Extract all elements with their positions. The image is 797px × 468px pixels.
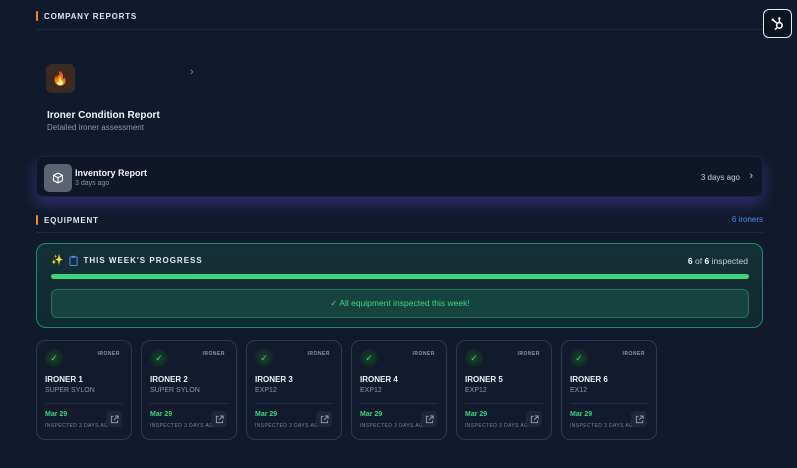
inspection-status: INSPECTED 3 DAYS AGO [360, 423, 428, 429]
inspection-date: Mar 29 [570, 411, 593, 418]
external-link-icon[interactable] [316, 411, 332, 427]
hubspot-button[interactable] [763, 9, 792, 38]
ironer-card[interactable]: ✓ IRONER IRONER 5 EXP12 Mar 29 INSPECTED… [456, 340, 552, 440]
external-link-icon[interactable] [421, 411, 437, 427]
ironer-model: EXP12 [360, 387, 382, 394]
card-divider [570, 403, 648, 404]
header-divider [36, 29, 763, 30]
ironer-model: EXP12 [465, 387, 487, 394]
ironer-name: IRONER 4 [360, 375, 398, 384]
ironer-card[interactable]: ✓ IRONER IRONER 1 SUPER SYLON Mar 29 INS… [36, 340, 132, 440]
card-divider [150, 403, 228, 404]
equipment-type-label: IRONER [202, 351, 225, 357]
progress-title: THIS WEEK'S PROGRESS [83, 256, 203, 265]
inspection-date: Mar 29 [45, 411, 68, 418]
company-reports-title: COMPANY REPORTS [44, 11, 138, 21]
all-inspected-message: ✓ All equipment inspected this week! [51, 289, 749, 318]
report-subtitle: Detailed ironer assessment [47, 123, 144, 132]
total-count: 6 [704, 256, 710, 266]
ironer-condition-report-card[interactable]: 🔥 › Ironer Condition Report Detailed iro… [46, 64, 206, 134]
progress-bar-fill [51, 274, 749, 279]
external-link-icon[interactable] [631, 411, 647, 427]
external-link-icon[interactable] [106, 411, 122, 427]
check-icon: ✓ [45, 349, 63, 367]
card-divider [465, 403, 543, 404]
ironers-count-link[interactable]: 6 ironers [732, 215, 763, 224]
section-accent-bar [36, 215, 38, 225]
check-icon: ✓ [570, 349, 588, 367]
ironer-name: IRONER 2 [150, 375, 188, 384]
card-divider [45, 403, 123, 404]
ironer-model: SUPER SYLON [150, 387, 200, 394]
ironer-model: EX12 [570, 387, 588, 394]
ironer-name: IRONER 3 [255, 375, 293, 384]
check-icon: ✓ [150, 349, 168, 367]
report-title: Ironer Condition Report [47, 110, 160, 121]
ironer-name: IRONER 6 [570, 375, 608, 384]
inventory-report-row[interactable]: Inventory Report 3 days ago 3 days ago › [36, 156, 763, 197]
weekly-progress-panel: ✨ THIS WEEK'S PROGRESS 6 of 6 inspected … [36, 243, 763, 328]
box-icon [44, 164, 72, 192]
inspection-date: Mar 29 [465, 411, 488, 418]
equipment-heading: EQUIPMENT [36, 215, 99, 225]
ironer-card[interactable]: ✓ IRONER IRONER 3 EXP12 Mar 29 INSPECTED… [246, 340, 342, 440]
check-icon: ✓ [465, 349, 483, 367]
inspection-status: INSPECTED 3 DAYS AGO [255, 423, 323, 429]
ironer-card[interactable]: ✓ IRONER IRONER 4 EXP12 Mar 29 INSPECTED… [351, 340, 447, 440]
inventory-report-timestamp: 3 days ago [700, 173, 740, 182]
ironer-model: EXP12 [255, 387, 277, 394]
equipment-type-label: IRONER [412, 351, 435, 357]
fire-icon: 🔥 [46, 64, 75, 93]
equipment-type-label: IRONER [307, 351, 330, 357]
inspected-count: 6 [687, 256, 693, 266]
check-icon: ✓ [255, 349, 273, 367]
equipment-type-label: IRONER [97, 351, 120, 357]
equipment-title: EQUIPMENT [44, 215, 99, 225]
inspection-date: Mar 29 [150, 411, 173, 418]
equipment-type-label: IRONER [622, 351, 645, 357]
inspection-status: INSPECTED 3 DAYS AGO [45, 423, 113, 429]
check-icon: ✓ [360, 349, 378, 367]
inspection-status: INSPECTED 3 DAYS AGO [465, 423, 533, 429]
chevron-right-icon: › [749, 170, 753, 182]
external-link-icon[interactable] [526, 411, 542, 427]
inspection-date: Mar 29 [255, 411, 278, 418]
external-link-icon[interactable] [211, 411, 227, 427]
chevron-right-icon: › [190, 66, 194, 78]
ironer-name: IRONER 5 [465, 375, 503, 384]
inventory-report-subtitle: 3 days ago [75, 180, 110, 187]
equipment-type-label: IRONER [517, 351, 540, 357]
ironer-card[interactable]: ✓ IRONER IRONER 2 SUPER SYLON Mar 29 INS… [141, 340, 237, 440]
equipment-divider [36, 232, 763, 233]
progress-bar [51, 274, 749, 279]
ironer-name: IRONER 1 [45, 375, 83, 384]
inspection-status: INSPECTED 3 DAYS AGO [570, 423, 638, 429]
clipboard-icon [69, 255, 79, 266]
company-reports-heading: COMPANY REPORTS [36, 11, 137, 21]
sparkle-icon: ✨ [51, 255, 64, 266]
card-divider [255, 403, 333, 404]
section-accent-bar [36, 11, 38, 21]
inspection-status: INSPECTED 3 DAYS AGO [150, 423, 218, 429]
inventory-report-title: Inventory Report [75, 168, 148, 178]
inspection-date: Mar 29 [360, 411, 383, 418]
ironer-model: SUPER SYLON [45, 387, 95, 394]
ironer-card[interactable]: ✓ IRONER IRONER 6 EX12 Mar 29 INSPECTED … [561, 340, 657, 440]
progress-count: 6 of 6 inspected [688, 256, 748, 266]
of-label: of [695, 256, 703, 266]
hubspot-icon [771, 17, 783, 31]
inspected-suffix: inspected [711, 256, 748, 266]
card-divider [360, 403, 438, 404]
